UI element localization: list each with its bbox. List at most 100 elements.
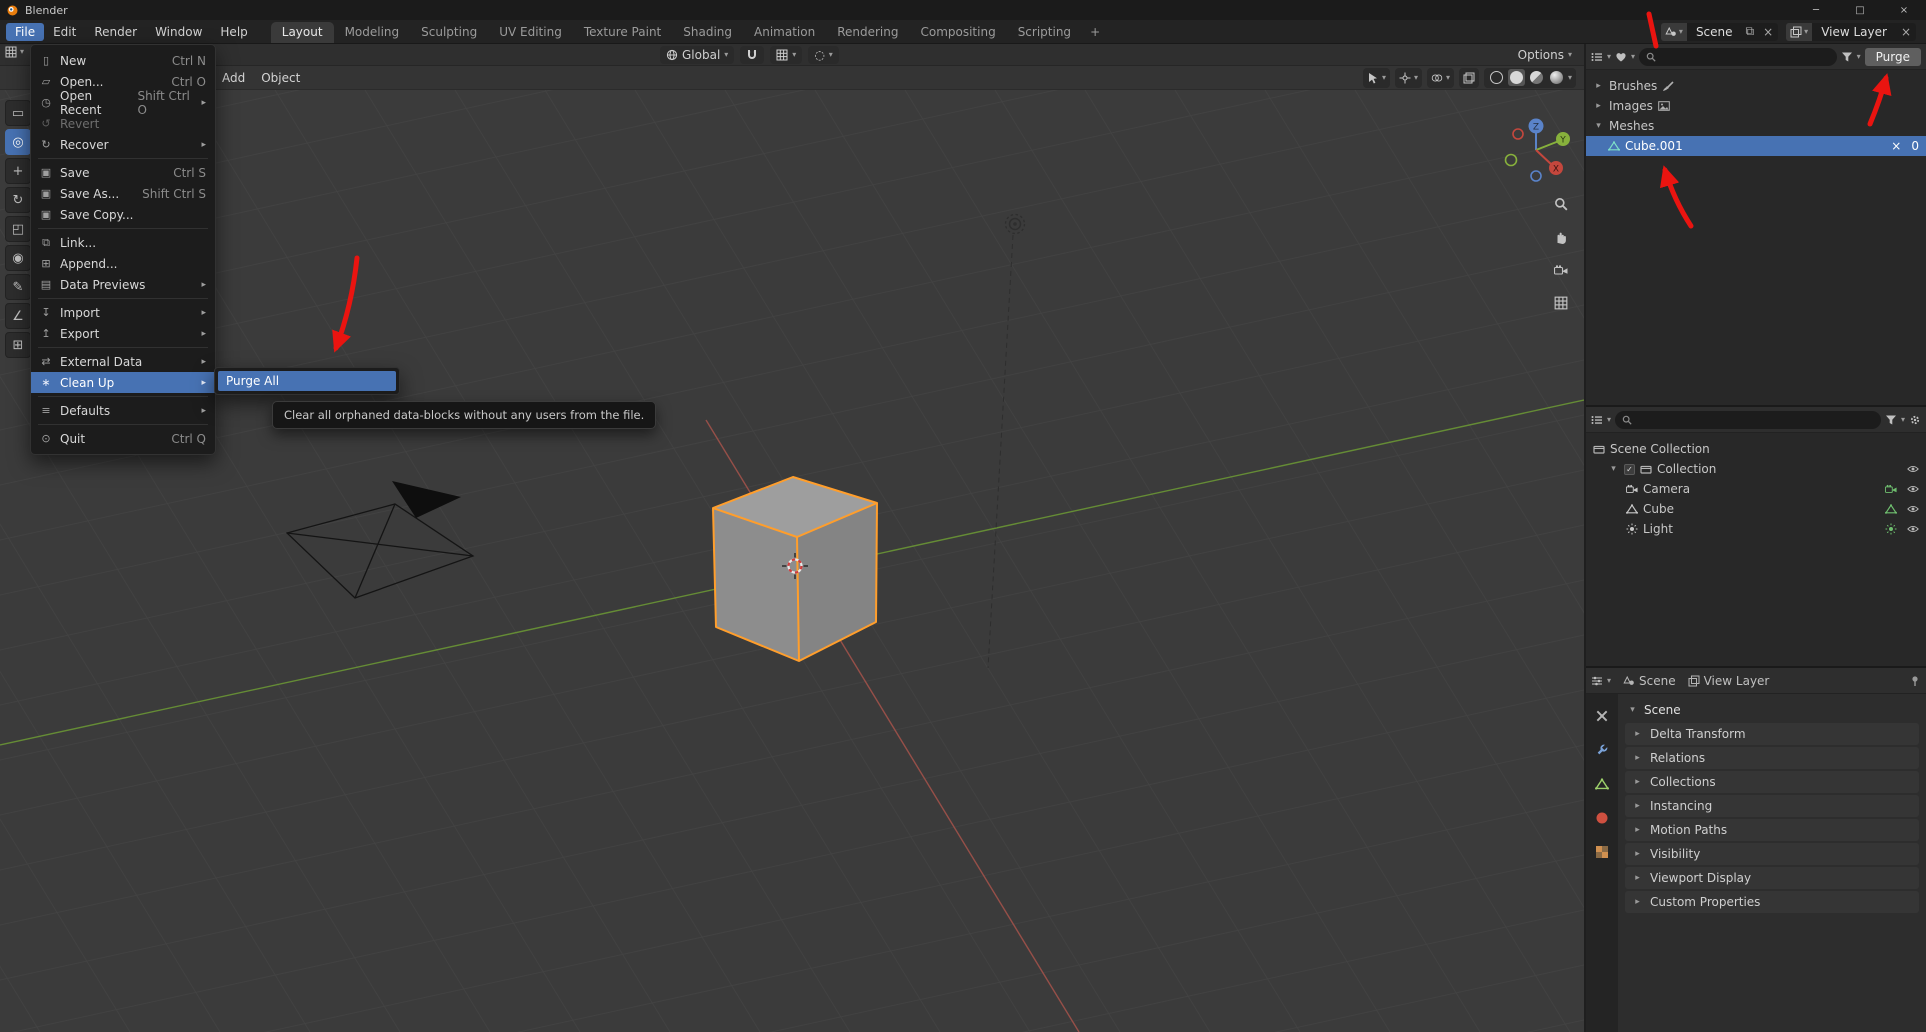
eye-icon[interactable] [1907,463,1919,475]
orphan-row-brushes[interactable]: ▸ Brushes [1586,76,1926,96]
tab-texture-paint[interactable]: Texture Paint [573,22,672,43]
scene-name[interactable]: Scene [1686,22,1742,41]
xray-toggle[interactable] [1458,67,1479,88]
tab-shading[interactable]: Shading [672,22,743,43]
camera-object[interactable] [285,503,475,599]
scene-section-header[interactable]: ▾ Scene [1625,699,1919,723]
tab-tool-properties[interactable] [1589,704,1615,728]
search-field[interactable] [1639,47,1837,66]
tab-modifier-properties[interactable] [1589,738,1615,762]
overlays-dropdown[interactable]: ▾ [1426,67,1454,88]
orientation-dropdown[interactable]: Global ▾ [660,46,735,64]
tool-transform[interactable]: ◉ [5,245,31,271]
light-object[interactable] [987,213,1026,669]
menu-item-external-data[interactable]: ⇄ External Data ▸ [31,351,215,372]
pin-icon[interactable] [1909,675,1921,687]
menu-item-save-copy[interactable]: ▣ Save Copy... [31,204,215,225]
menu-item-new[interactable]: ▯ New Ctrl N [31,50,215,71]
collection-checkbox[interactable]: ✓ [1624,463,1635,475]
tab-sculpting[interactable]: Sculpting [410,22,488,43]
breadcrumb-scene[interactable]: Scene [1639,674,1676,688]
outliner-row-cube[interactable]: Cube [1586,499,1926,519]
collapsed-icon[interactable]: ▸ [1593,101,1604,111]
snap-toggle[interactable] [740,46,765,64]
camera-view-button[interactable] [1551,260,1571,280]
menu-item-import[interactable]: ↧ Import ▸ [31,302,215,323]
menu-item-clean-up[interactable]: ∗ Clean Up ▸ [31,372,215,393]
filter-icon[interactable] [1841,51,1853,63]
outliner-row-light[interactable]: Light [1586,519,1926,539]
orphan-data-mode-icon[interactable] [1615,51,1627,63]
tool-annotate[interactable]: ✎ [5,274,31,300]
menu-edit[interactable]: Edit [44,23,85,41]
panel-delta-transform[interactable]: ▸ Delta Transform [1625,723,1919,745]
minimize-button[interactable]: ─ [1794,0,1838,20]
navigation-gizmo[interactable]: Z Y X [1501,116,1573,188]
menu-item-link[interactable]: ⧉ Link... [31,232,215,253]
proportional-editing-dropdown[interactable]: ◌ ▾ [808,46,839,64]
panel-visibility[interactable]: ▸ Visibility [1625,843,1919,865]
menu-help[interactable]: Help [211,23,256,41]
tool-rotate[interactable]: ↻ [5,187,31,213]
panel-motion-paths[interactable]: ▸ Motion Paths [1625,819,1919,841]
collapsed-icon[interactable]: ▸ [1593,81,1604,91]
pan-button[interactable] [1551,227,1571,247]
tool-cursor[interactable]: ◎ [5,129,31,155]
new-scene-button[interactable]: ⧉ [1741,22,1759,41]
tab-texture-properties[interactable] [1589,840,1615,864]
search-field[interactable] [1615,410,1881,429]
menu-window[interactable]: Window [146,23,211,41]
panel-instancing[interactable]: ▸ Instancing [1625,795,1919,817]
expanded-icon[interactable]: ▾ [1608,464,1619,474]
menu-item-data-previews[interactable]: ▤ Data Previews ▸ [31,274,215,295]
eye-icon[interactable] [1907,523,1919,535]
filter-icon[interactable] [1885,414,1897,426]
panel-custom-properties[interactable]: ▸ Custom Properties [1625,891,1919,913]
orphan-row-images[interactable]: ▸ Images [1586,96,1926,116]
tab-modeling[interactable]: Modeling [334,22,411,43]
add-workspace-button[interactable]: + [1082,22,1108,43]
breadcrumb-view-layer[interactable]: View Layer [1704,674,1770,688]
menu-item-recover[interactable]: ↻ Recover ▸ [31,134,215,155]
tab-animation[interactable]: Animation [743,22,826,43]
menu-item-export[interactable]: ↥ Export ▸ [31,323,215,344]
orphan-row-meshes[interactable]: ▾ Meshes [1586,116,1926,136]
object-menu[interactable]: Object [253,69,308,87]
remove-view-layer-button[interactable]: × [1895,22,1916,41]
maximize-button[interactable]: □ [1838,0,1882,20]
purge-button[interactable]: Purge [1864,47,1921,66]
cube-object[interactable] [712,476,878,662]
gear-icon[interactable] [1909,414,1921,426]
tab-scripting[interactable]: Scripting [1007,22,1082,43]
shading-rendered-button[interactable] [1548,69,1565,86]
tab-data-properties[interactable] [1589,772,1615,796]
menu-render[interactable]: Render [85,23,146,41]
shading-wireframe-button[interactable] [1488,69,1505,86]
toggle-ortho-button[interactable] [1551,293,1571,313]
add-menu[interactable]: Add [214,69,253,87]
snap-target-dropdown[interactable]: ▾ [770,46,803,64]
tab-world-properties[interactable] [1589,806,1615,830]
selectability-dropdown[interactable]: ▾ [1362,67,1390,88]
outliner-row-scene-collection[interactable]: Scene Collection [1586,439,1926,459]
editor-type-icon[interactable] [1591,414,1603,426]
expanded-icon[interactable]: ▾ [1593,121,1604,131]
tool-add-cube[interactable]: ⊞ [5,332,31,358]
outliner-row-collection[interactable]: ▾ ✓ Collection [1586,459,1926,479]
3d-scene-canvas[interactable] [0,90,1584,1032]
options-dropdown[interactable]: Options ▾ [1518,46,1572,64]
editor-type-icon[interactable] [1591,675,1603,687]
shading-solid-button[interactable] [1507,69,1525,86]
eye-icon[interactable] [1907,483,1919,495]
outliner-row-camera[interactable]: Camera [1586,479,1926,499]
tool-move[interactable]: + [5,158,31,184]
tab-layout[interactable]: Layout [270,22,334,43]
menu-item-save-as[interactable]: ▣ Save As... Shift Ctrl S [31,183,215,204]
menu-item-open-recent[interactable]: ◷ Open Recent Shift Ctrl O ▸ [31,89,215,117]
view-layer-name[interactable]: View Layer [1812,22,1896,41]
gizmos-dropdown[interactable]: ▾ [1394,67,1422,88]
scene-browse-button[interactable]: ▾ [1660,22,1687,41]
close-button[interactable]: × [1882,0,1926,20]
panel-relations[interactable]: ▸ Relations [1625,747,1919,769]
menu-item-save[interactable]: ▣ Save Ctrl S [31,162,215,183]
